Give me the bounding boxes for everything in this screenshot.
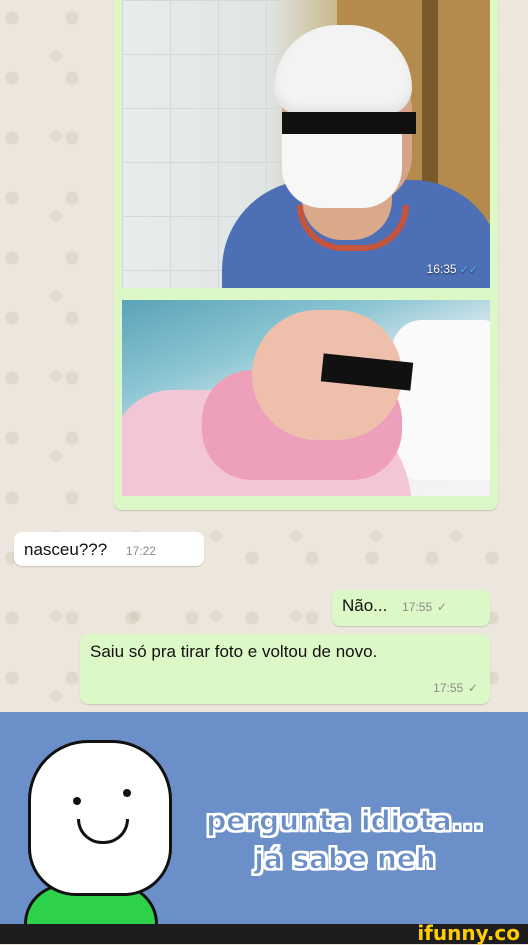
footer-bar: ifunny.co [0,922,528,944]
newborn-photo[interactable] [122,300,490,496]
message-time: 17:55 [402,600,433,614]
double-check-icon: ✓✓ [459,264,478,276]
pillow [392,320,490,480]
message-text: Saiu só pra tirar foto e voltou de novo. [90,642,378,661]
meme-face-icon [28,740,172,896]
message-text: Não... [342,596,388,615]
ifunny-watermark[interactable]: ifunny.co [417,922,520,944]
doctor-selfie-photo[interactable]: 16:35 ✓✓ [122,0,490,288]
check-icon: ✓ [436,600,447,614]
message-outgoing[interactable]: Não... 17:55 ✓ [332,590,490,626]
message-text: nasceu??? [24,540,108,559]
message-time: 17:55 [433,681,464,695]
right-eye [123,789,131,797]
left-eye [73,797,81,805]
censor-bar [282,112,416,134]
caption-line-1: pergunta idiota... [206,804,484,838]
message-time: 17:22 [125,544,156,558]
photo-timestamp: 16:35 ✓✓ [427,262,478,276]
check-icon: ✓ [467,681,478,695]
meme-panel: pergunta idiota... já sabe neh [0,712,528,942]
chat-area: 16:35 ✓✓ nasceu??? 17:22 Não... 17:55 ✓ S… [0,0,528,712]
meme-caption: pergunta idiota... já sabe neh [190,802,500,878]
smile [77,819,129,844]
caption-line-2: já sabe neh [254,842,436,876]
message-incoming[interactable]: nasceu??? 17:22 [14,532,204,566]
photo-time: 16:35 [426,262,457,276]
message-outgoing[interactable]: Saiu só pra tirar foto e voltou de novo.… [80,634,490,704]
image-message-bubble[interactable]: 16:35 ✓✓ [114,0,498,510]
